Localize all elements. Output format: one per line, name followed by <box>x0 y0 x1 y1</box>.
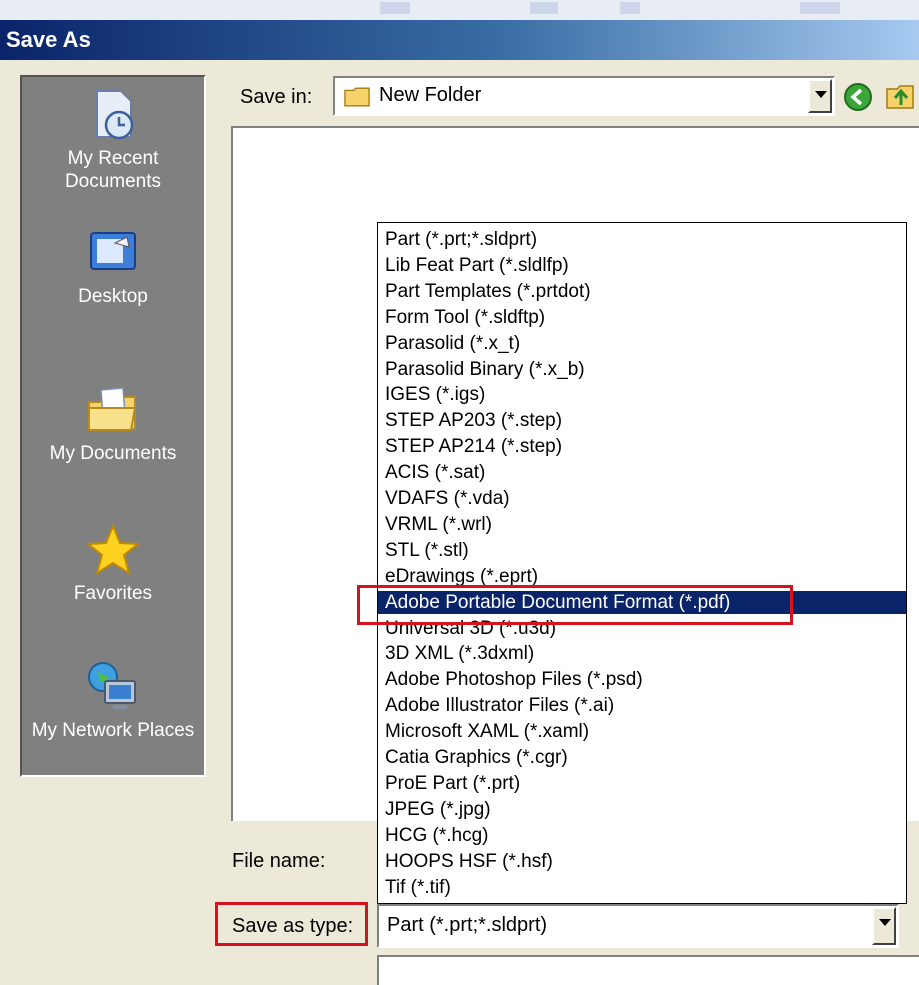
favorites-star-icon <box>85 523 141 576</box>
save-as-type-dropdown-button[interactable] <box>872 907 896 945</box>
type-option[interactable]: Parasolid Binary (*.x_b) <box>378 358 906 381</box>
type-option[interactable]: HOOPS HSF (*.hsf) <box>378 850 906 873</box>
type-option[interactable]: Part Templates (*.prtdot) <box>378 280 906 303</box>
type-option[interactable]: VRML (*.wrl) <box>378 513 906 536</box>
type-option[interactable]: Adobe Photoshop Files (*.psd) <box>378 668 906 691</box>
save-as-type-dropdown-list[interactable]: Part (*.prt;*.sldprt) Lib Feat Part (*.sl… <box>377 222 907 904</box>
desktop-icon <box>90 232 136 270</box>
type-option[interactable]: VDAFS (*.vda) <box>378 487 906 510</box>
title-bar: Save As <box>0 20 919 60</box>
places-bar: My Recent Documents Desktop My Documents… <box>20 75 206 777</box>
place-my-documents[interactable]: My Documents <box>22 382 204 465</box>
save-in-dropdown-button[interactable] <box>808 79 832 113</box>
type-option[interactable]: JPEG (*.jpg) <box>378 798 906 821</box>
annotation-highlight-pdf <box>357 585 793 625</box>
type-option[interactable]: 3D XML (*.3dxml) <box>378 642 906 665</box>
type-option[interactable]: Adobe Illustrator Files (*.ai) <box>378 694 906 717</box>
my-documents-icon <box>88 387 137 431</box>
type-option[interactable]: Microsoft XAML (*.xaml) <box>378 720 906 743</box>
type-option[interactable]: Tif (*.tif) <box>378 876 906 899</box>
network-places-icon <box>88 662 136 709</box>
window-title: Save As <box>6 27 91 52</box>
type-option[interactable]: STEP AP203 (*.step) <box>378 409 906 432</box>
place-label: My Network Places <box>31 720 195 741</box>
save-in-label: Save in: <box>240 86 313 108</box>
type-option[interactable]: Catia Graphics (*.cgr) <box>378 746 906 769</box>
save-as-type-combobox[interactable]: Part (*.prt;*.sldprt) <box>377 904 899 948</box>
type-option[interactable]: IGES (*.igs) <box>378 383 906 406</box>
up-folder-icon[interactable] <box>885 80 915 112</box>
place-label: Desktop <box>78 286 148 307</box>
type-option[interactable]: STL (*.stl) <box>378 539 906 562</box>
type-option[interactable]: Part (*.prt;*.sldprt) <box>378 228 906 251</box>
place-label: My Recent Documents <box>64 148 162 192</box>
place-desktop[interactable]: Desktop <box>22 225 204 308</box>
type-option[interactable]: STEP AP214 (*.step) <box>378 435 906 458</box>
back-icon[interactable] <box>843 82 873 112</box>
save-as-type-value: Part (*.prt;*.sldprt) <box>387 914 548 936</box>
background-toolbar-strip <box>0 0 919 20</box>
file-name-label: File name: <box>232 850 326 872</box>
annotation-highlight-save-as-type <box>215 902 368 946</box>
type-option[interactable]: Parasolid (*.x_t) <box>378 332 906 355</box>
type-option[interactable]: ProE Part (*.prt) <box>378 772 906 795</box>
place-my-network-places[interactable]: My Network Places <box>22 659 204 742</box>
save-in-value: New Folder <box>379 84 482 106</box>
type-option[interactable]: HCG (*.hcg) <box>378 824 906 847</box>
recent-documents-icon <box>96 90 134 140</box>
type-option[interactable]: Lib Feat Part (*.sldlfp) <box>378 254 906 277</box>
place-favorites[interactable]: Favorites <box>22 522 204 605</box>
type-option[interactable]: ACIS (*.sat) <box>378 461 906 484</box>
place-label: Favorites <box>73 583 153 604</box>
place-my-recent-documents[interactable]: My Recent Documents <box>22 87 204 193</box>
folder-icon <box>344 87 370 107</box>
type-option[interactable]: Form Tool (*.sldftp) <box>378 306 906 329</box>
partial-field-below <box>377 955 919 985</box>
save-in-combobox[interactable]: New Folder <box>333 76 835 116</box>
place-label: My Documents <box>49 443 177 464</box>
